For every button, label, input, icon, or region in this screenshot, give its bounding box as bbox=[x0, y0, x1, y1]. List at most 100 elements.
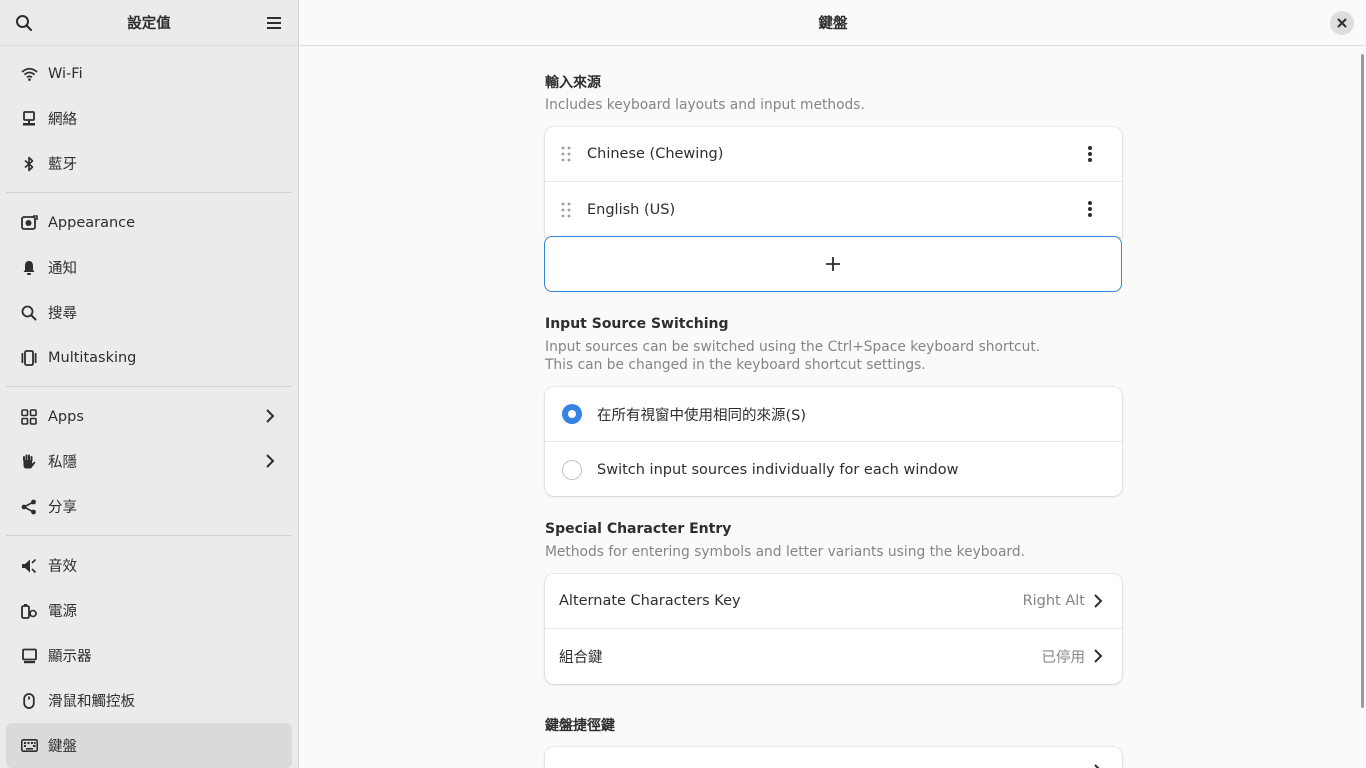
share-icon bbox=[20, 498, 38, 516]
input-source-label: Chinese (Chewing) bbox=[587, 146, 724, 162]
input-source-row[interactable]: English (US) bbox=[545, 182, 1122, 237]
radio-unselected[interactable] bbox=[562, 459, 582, 480]
sidebar-item-label: 滑鼠和觸控板 bbox=[48, 694, 135, 710]
sidebar-item-appearance[interactable]: Appearance bbox=[6, 200, 292, 245]
sidebar-divider bbox=[6, 535, 292, 536]
sidebar-item-notifications[interactable]: 通知 bbox=[6, 245, 292, 290]
chevron-right-icon bbox=[1094, 764, 1100, 768]
shortcuts-title: 鍵盤捷徑鍵 bbox=[545, 718, 615, 734]
drag-handle-icon[interactable] bbox=[561, 202, 571, 218]
sidebar-item-privacy[interactable]: 私隱 bbox=[6, 439, 292, 484]
chevron-right-icon bbox=[1094, 594, 1103, 608]
main-menu-button[interactable] bbox=[262, 11, 286, 35]
sidebar-item-label: Wi-Fi bbox=[48, 65, 83, 82]
power-icon bbox=[20, 602, 38, 620]
mouse-icon bbox=[20, 692, 38, 710]
apps-icon bbox=[20, 408, 38, 426]
more-options-icon[interactable] bbox=[1082, 145, 1098, 163]
sidebar-item-label: 電源 bbox=[48, 604, 77, 620]
sidebar-item-label: Multitasking bbox=[48, 349, 137, 366]
keyboard-icon bbox=[20, 737, 38, 755]
sidebar-item-search[interactable]: 搜尋 bbox=[6, 290, 292, 335]
radio-label: 在所有視窗中使用相同的來源(S) bbox=[597, 407, 807, 424]
sidebar-item-label: 搜尋 bbox=[48, 306, 77, 322]
sidebar-item-label: Apps bbox=[48, 408, 84, 425]
main-header: 鍵盤 bbox=[300, 0, 1366, 46]
special-char-title: Special Character Entry bbox=[545, 521, 732, 537]
close-icon bbox=[1337, 18, 1347, 28]
plus-icon bbox=[826, 257, 840, 271]
special-char-list: Alternate Characters Key Right Alt 組合鍵 已… bbox=[545, 574, 1122, 684]
close-button[interactable] bbox=[1330, 11, 1354, 35]
sidebar-item-label: 分享 bbox=[48, 500, 77, 516]
drag-handle-icon[interactable] bbox=[561, 146, 571, 162]
sidebar-item-label: 藍牙 bbox=[48, 157, 77, 173]
speaker-icon bbox=[20, 557, 38, 575]
sidebar-item-multitasking[interactable]: Multitasking bbox=[6, 335, 292, 380]
chevron-right-icon bbox=[266, 454, 275, 468]
sidebar-item-label: 通知 bbox=[48, 261, 77, 277]
sidebar-item-label: 網絡 bbox=[48, 112, 77, 128]
special-char-description: Methods for entering symbols and letter … bbox=[545, 544, 1025, 560]
input-sources-description: Includes keyboard layouts and input meth… bbox=[545, 97, 865, 113]
input-source-label: English (US) bbox=[587, 201, 676, 218]
switching-title: Input Source Switching bbox=[545, 316, 729, 332]
sidebar-item-sound[interactable]: 音效 bbox=[6, 543, 292, 588]
sidebar-item-label: Appearance bbox=[48, 214, 136, 231]
sidebar-list: Wi-Fi 網絡 藍牙 Appearance 通知 搜尋 Multitaskin… bbox=[0, 46, 298, 768]
chevron-right-icon bbox=[1094, 649, 1103, 663]
bluetooth-icon bbox=[20, 155, 38, 173]
switching-options: 在所有視窗中使用相同的來源(S) Switch input sources in… bbox=[545, 387, 1122, 496]
input-source-row[interactable]: Chinese (Chewing) bbox=[545, 127, 1122, 182]
sidebar-item-label: 鍵盤 bbox=[48, 739, 77, 755]
switching-description-line1: Input sources can be switched using the … bbox=[545, 339, 1041, 355]
sidebar-title: 設定值 bbox=[127, 16, 171, 32]
more-options-icon[interactable] bbox=[1082, 200, 1098, 218]
search-icon bbox=[16, 14, 33, 31]
sidebar-item-bluetooth[interactable]: 藍牙 bbox=[6, 141, 292, 186]
hamburger-menu-icon bbox=[267, 16, 281, 29]
sidebar-item-label: 顯示器 bbox=[48, 649, 92, 665]
sidebar-item-label: 音效 bbox=[48, 559, 77, 575]
sidebar-item-network[interactable]: 網絡 bbox=[6, 96, 292, 141]
sidebar-item-displays[interactable]: 顯示器 bbox=[6, 633, 292, 678]
page-title: 鍵盤 bbox=[818, 16, 848, 32]
bell-icon bbox=[20, 259, 38, 277]
network-icon bbox=[20, 110, 38, 128]
scrollbar[interactable] bbox=[1361, 54, 1364, 708]
sidebar-item-power[interactable]: 電源 bbox=[6, 588, 292, 633]
radio-option-same-source[interactable]: 在所有視窗中使用相同的來源(S) bbox=[545, 387, 1122, 442]
sidebar-item-keyboard[interactable]: 鍵盤 bbox=[6, 723, 292, 768]
switching-description-line2: This can be changed in the keyboard shor… bbox=[545, 357, 926, 373]
sidebar-item-label: 私隱 bbox=[48, 455, 77, 471]
main-panel: 鍵盤 輸入來源 Includes keyboard layouts and in… bbox=[300, 0, 1366, 768]
sidebar: 設定值 Wi-Fi 網絡 藍牙 Appearance 通知 搜尋 Multita… bbox=[0, 0, 299, 768]
sidebar-item-mouse-touchpad[interactable]: 滑鼠和觸控板 bbox=[6, 678, 292, 723]
sidebar-divider bbox=[6, 192, 292, 193]
search-button[interactable] bbox=[12, 11, 36, 35]
sidebar-header: 設定值 bbox=[0, 0, 298, 46]
appearance-icon bbox=[20, 214, 38, 232]
hand-icon bbox=[20, 453, 38, 471]
sidebar-item-wifi[interactable]: Wi-Fi bbox=[6, 51, 292, 96]
sidebar-item-sharing[interactable]: 分享 bbox=[6, 484, 292, 529]
radio-selected[interactable] bbox=[562, 404, 582, 424]
input-sources-list: Chinese (Chewing) English (US) bbox=[545, 127, 1122, 237]
compose-key-row[interactable]: 組合鍵 已停用 bbox=[545, 629, 1122, 684]
radio-label: Switch input sources individually for ea… bbox=[597, 461, 959, 478]
add-input-source-button[interactable] bbox=[544, 236, 1122, 292]
wifi-icon bbox=[20, 65, 38, 83]
display-icon bbox=[20, 647, 38, 665]
search-icon bbox=[20, 304, 38, 322]
multitasking-icon bbox=[20, 349, 38, 367]
view-customize-shortcuts-row[interactable] bbox=[545, 747, 1122, 768]
row-label: 組合鍵 bbox=[559, 650, 603, 666]
row-label: Alternate Characters Key bbox=[559, 593, 741, 609]
row-value: 已停用 bbox=[1041, 650, 1086, 666]
sidebar-item-apps[interactable]: Apps bbox=[6, 394, 292, 439]
row-value: Right Alt bbox=[1022, 593, 1085, 609]
shortcuts-list bbox=[545, 747, 1122, 768]
radio-option-per-window[interactable]: Switch input sources individually for ea… bbox=[545, 442, 1122, 496]
sidebar-divider bbox=[6, 386, 292, 387]
alternate-characters-key-row[interactable]: Alternate Characters Key Right Alt bbox=[545, 574, 1122, 629]
